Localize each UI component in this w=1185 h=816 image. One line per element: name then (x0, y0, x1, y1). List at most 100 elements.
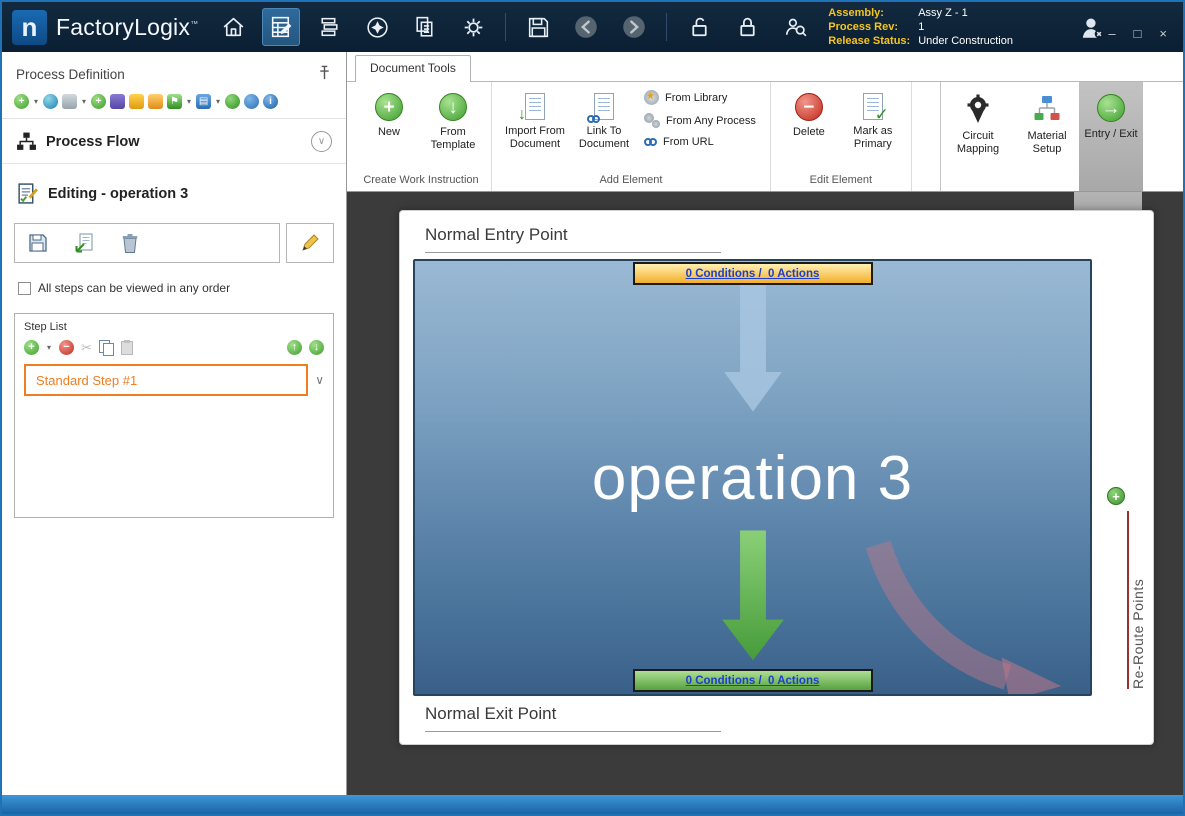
step-list-title: Step List (24, 321, 324, 333)
refresh-icon[interactable]: + (91, 94, 106, 109)
minimize-button[interactable]: – (1108, 27, 1115, 40)
print-icon[interactable] (62, 94, 77, 109)
app-body: Process Definition + ▾ ▾ + ⚑ ▾ ▤ ▾ (2, 52, 1183, 795)
from-url-button[interactable]: From URL (644, 136, 756, 148)
move-up-icon[interactable]: ↑ (287, 340, 302, 355)
documents-button[interactable] (406, 8, 444, 46)
group-label-edit-element: Edit Element (775, 172, 907, 191)
add-reroute-point-button[interactable]: + (1107, 487, 1125, 505)
circuit-mapping-button[interactable]: Circuit Mapping (941, 82, 1015, 191)
history-icon[interactable] (225, 94, 240, 109)
toolbar-separator (505, 13, 506, 41)
dropdown-caret-icon[interactable]: ▾ (187, 97, 191, 106)
maximize-button[interactable]: □ (1134, 27, 1142, 40)
ribbon-end-spacer (1143, 82, 1183, 191)
entry-exit-button[interactable]: → Entry / Exit (1079, 82, 1143, 191)
flag-icon[interactable]: ⚑ (167, 94, 182, 109)
pin-button[interactable] (317, 65, 332, 83)
info-icon[interactable]: i (263, 94, 278, 109)
exit-conditions-link[interactable]: 0 Conditions / 0 Actions (633, 669, 873, 692)
import-step-button[interactable] (61, 224, 107, 262)
ribbon-group-create-work-instruction: + New ↓ From Template Create Work Instru… (351, 82, 492, 191)
back-button[interactable] (567, 8, 605, 46)
layers-icon[interactable]: ▤ (196, 94, 211, 109)
from-library-button[interactable]: ★ From Library (644, 90, 756, 105)
dropdown-caret-icon[interactable]: ▾ (82, 97, 86, 106)
import-from-document-icon: ↓ (525, 93, 545, 120)
ribbon-side-buttons: Circuit Mapping Material Setup → Entry /… (940, 82, 1143, 191)
group-label-create-work-instruction: Create Work Instruction (355, 172, 487, 191)
remove-step-icon[interactable]: − (59, 340, 74, 355)
process-flow-section[interactable]: Process Flow ∨ (2, 119, 346, 163)
entry-conditions-link[interactable]: 0 Conditions / 0 Actions (633, 262, 873, 285)
import-from-document-label: Import From Document (498, 125, 572, 151)
unlock-button[interactable] (680, 8, 718, 46)
operation-node[interactable]: operation 3 0 Conditions / 0 Actions 0 C… (413, 259, 1092, 696)
any-order-checkbox[interactable] (18, 282, 31, 295)
new-button[interactable]: + New (357, 88, 421, 139)
web-link-icon[interactable] (43, 94, 58, 109)
from-any-process-label: From Any Process (666, 115, 756, 127)
copy-icon[interactable] (99, 340, 114, 355)
circuit-mapping-label: Circuit Mapping (941, 130, 1015, 156)
dropdown-caret-icon[interactable]: ▾ (47, 343, 51, 352)
delete-label: Delete (793, 126, 825, 139)
step-expand-chevron-icon[interactable]: ∨ (315, 373, 324, 387)
step-row: Standard Step #1 ∨ (24, 364, 324, 396)
link-to-document-button[interactable]: Link To Document (572, 88, 636, 151)
from-template-button[interactable]: ↓ From Template (421, 88, 485, 152)
any-order-label: All steps can be viewed in any order (38, 281, 230, 295)
step-item-standard-step-1[interactable]: Standard Step #1 (24, 364, 308, 396)
test-flask-icon[interactable] (129, 94, 144, 109)
settings-button[interactable] (454, 8, 492, 46)
paste-icon (121, 341, 133, 355)
import-from-document-button[interactable]: ↓ Import From Document (498, 88, 572, 151)
home-icon (220, 14, 247, 41)
close-button[interactable]: × (1159, 27, 1167, 40)
material-setup-button[interactable]: Material Setup (1015, 82, 1079, 191)
unlock-icon (686, 14, 713, 41)
dropdown-caret-icon[interactable]: ▾ (34, 97, 38, 106)
navigation-button[interactable] (358, 8, 396, 46)
add-element-options: ★ From Library From Any Process From URL (636, 88, 764, 148)
from-library-label: From Library (665, 92, 727, 104)
save-icon (27, 232, 49, 254)
url-chain-icon (644, 138, 657, 146)
panel-title: Process Definition (16, 67, 125, 82)
dropdown-caret-icon[interactable]: ▾ (216, 97, 220, 106)
delete-step-button[interactable] (107, 224, 153, 262)
titlebar-toolbar (214, 8, 814, 46)
person-icon[interactable] (110, 94, 125, 109)
edit-pencil-button[interactable] (287, 224, 333, 262)
editing-toolbar (14, 223, 334, 263)
audit-button[interactable] (776, 8, 814, 46)
forward-icon (620, 13, 648, 41)
entry-flow-arrow (724, 283, 782, 412)
work-instructions-button[interactable] (262, 8, 300, 46)
save-button[interactable] (519, 8, 557, 46)
add-icon[interactable]: + (14, 94, 29, 109)
cut-icon[interactable]: ✂ (81, 341, 92, 354)
new-label: New (378, 126, 400, 139)
normal-entry-point-label: Normal Entry Point (425, 225, 568, 245)
delete-button[interactable]: − Delete (777, 88, 841, 139)
batch-records-button[interactable] (310, 8, 348, 46)
add-step-icon[interactable]: + (24, 340, 39, 355)
move-down-icon[interactable]: ↓ (309, 340, 324, 355)
assembly-value: Assy Z - 1 (918, 7, 1013, 20)
status-icon[interactable] (244, 94, 259, 109)
from-any-process-button[interactable]: From Any Process (644, 113, 756, 128)
mark-as-primary-button[interactable]: ✓ Mark as Primary (841, 88, 905, 151)
save-step-button[interactable] (15, 224, 61, 262)
panel-header: Process Definition (2, 52, 346, 88)
home-button[interactable] (214, 8, 252, 46)
team-icon[interactable] (148, 94, 163, 109)
new-icon: + (375, 93, 403, 121)
forward-button[interactable] (615, 8, 653, 46)
check-overlay-icon: ✓ (875, 105, 889, 125)
lock-button[interactable] (728, 8, 766, 46)
collapse-button[interactable]: ∨ (311, 131, 332, 152)
logout-user-button[interactable] (1079, 15, 1105, 46)
tab-document-tools[interactable]: Document Tools (355, 55, 471, 82)
ribbon: + New ↓ From Template Create Work Instru… (347, 82, 1183, 192)
